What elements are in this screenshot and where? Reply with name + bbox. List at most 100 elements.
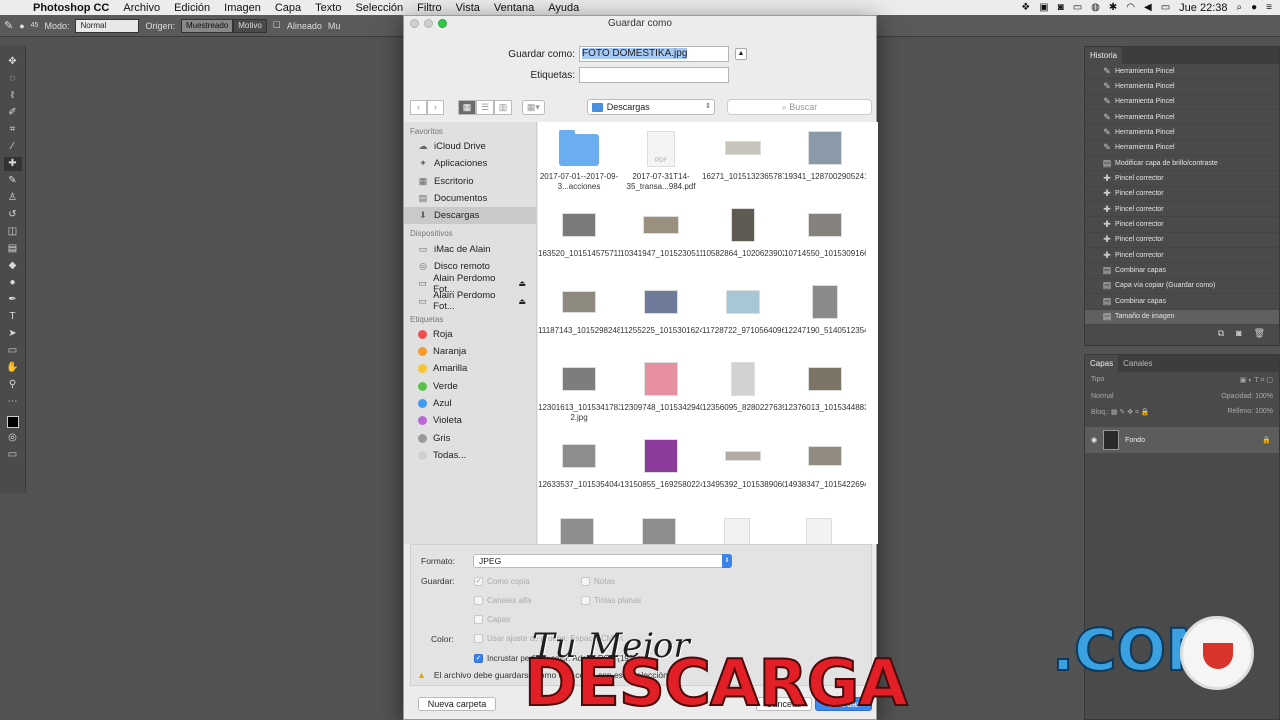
mode-select[interactable]: Normal: [75, 18, 140, 33]
sidebar-tag-item[interactable]: Todas...: [404, 447, 536, 464]
file-item[interactable]: 163520_101514575711743...06_n.jpg: [538, 205, 620, 269]
sidebar-tag-item[interactable]: Verde: [404, 378, 536, 395]
eye-icon[interactable]: ◉: [1091, 436, 1097, 444]
menu-vista[interactable]: Vista: [449, 2, 487, 14]
source-sampled-button[interactable]: Muestreado: [180, 18, 234, 33]
file-item[interactable]: 13150855_16925802243...87_n.jpg: [620, 436, 702, 500]
opacity-value[interactable]: 100%: [1255, 393, 1273, 400]
globe-icon[interactable]: ◍: [1091, 2, 1100, 13]
alpha-channels-checkbox[interactable]: Canales alfa: [474, 596, 531, 605]
file-item[interactable]: 10341947_101523051199...66_n.jpg: [620, 205, 702, 269]
history-item[interactable]: ✎ Herramienta Pincel: [1085, 95, 1279, 111]
eject-icon[interactable]: ⏏: [518, 279, 536, 288]
trash-icon[interactable]: 🗑: [1254, 328, 1265, 339]
wifi-icon[interactable]: ◠: [1126, 2, 1135, 13]
quick-mask-icon[interactable]: ◎: [4, 431, 22, 445]
file-item[interactable]: 11187143_101529824881...99_o.jpg: [538, 282, 620, 346]
file-item[interactable]: 12356095_82802276397...40_o.jpg: [702, 359, 784, 423]
file-item[interactable]: 16271_101513236578743...33_n.jpg: [702, 128, 784, 192]
minimize-button[interactable]: [424, 19, 433, 28]
menu-texto[interactable]: Texto: [308, 2, 348, 14]
user-icon[interactable]: ●: [1251, 2, 1257, 13]
shape-tool-icon[interactable]: ▭: [4, 344, 22, 358]
history-brush-tool-icon[interactable]: ↺: [4, 208, 22, 222]
dodge-tool-icon[interactable]: ●: [4, 276, 22, 290]
file-item[interactable]: PDF 2017-07-31T14-35_transa...984.pdf: [620, 128, 702, 192]
icon-view-icon[interactable]: ▦: [458, 99, 476, 115]
expand-toggle-icon[interactable]: ▲: [735, 48, 747, 60]
snapshot-icon[interactable]: ◙: [1236, 328, 1241, 339]
save-button[interactable]: Guardar: [815, 697, 872, 711]
menu-filtro[interactable]: Filtro: [410, 2, 448, 14]
move-tool-icon[interactable]: ✥: [4, 55, 22, 69]
source-pattern-button[interactable]: Motivo: [233, 18, 267, 33]
file-item[interactable]: 2017-07-01--2017-09-3...acciones: [538, 128, 620, 192]
sidebar-tag-item[interactable]: Roja: [404, 326, 536, 343]
history-item[interactable]: ▤ Tamaño de imagen: [1085, 309, 1279, 325]
eyedropper-tool-icon[interactable]: ⁄: [4, 140, 22, 154]
file-item[interactable]: 13495392_10153890607...77_n.jpg: [702, 436, 784, 500]
history-item[interactable]: ✚ Pincel corrector: [1085, 202, 1279, 218]
history-item[interactable]: ▤ Combinar capas: [1085, 263, 1279, 279]
cancel-button[interactable]: Cancelar: [756, 697, 812, 711]
history-item[interactable]: ✚ Pincel corrector: [1085, 187, 1279, 203]
filter-icons[interactable]: ▣ ◐ T ⌗ ▢: [1240, 376, 1273, 385]
file-item[interactable]: 10714550_101530916649...97_o.jpg: [784, 205, 866, 269]
menu-imagen[interactable]: Imagen: [217, 2, 268, 14]
sidebar-tag-item[interactable]: Naranja: [404, 343, 536, 360]
spot-colors-checkbox[interactable]: Tintas planas: [581, 596, 641, 605]
quick-select-tool-icon[interactable]: ✐: [4, 106, 22, 120]
sidebar-item-download[interactable]: ⬇ Descargas: [404, 207, 536, 225]
screen-mode-icon[interactable]: ▭: [4, 448, 22, 462]
battery-icon[interactable]: ▭: [1161, 2, 1170, 13]
new-document-icon[interactable]: ⧉: [1218, 328, 1224, 339]
history-item[interactable]: ✎ Herramienta Pincel: [1085, 125, 1279, 141]
as-copy-checkbox[interactable]: ✓ Como copia: [474, 577, 530, 586]
dropbox-icon[interactable]: ❖: [1021, 2, 1030, 13]
fill-value[interactable]: 100%: [1255, 408, 1273, 415]
menu-archivo[interactable]: Archivo: [116, 2, 167, 14]
file-item[interactable]: 14938347_101542269423...68_n.jpg: [784, 436, 866, 500]
pen-tool-icon[interactable]: ✒: [4, 293, 22, 307]
location-select[interactable]: Descargas ⇕: [586, 99, 715, 115]
sidebar-item-desktop[interactable]: ▦ Escritorio: [404, 173, 536, 190]
healing-brush-tool-icon[interactable]: ✎: [4, 19, 13, 32]
clone-stamp-tool-icon[interactable]: ♙: [4, 191, 22, 205]
cast-icon[interactable]: ▭: [1073, 2, 1082, 13]
foreground-color-swatch[interactable]: [6, 416, 19, 428]
forward-icon[interactable]: ›: [427, 99, 444, 115]
sidebar-device-item[interactable]: ▭ iMac de Alain: [404, 240, 536, 257]
list-view-icon[interactable]: ☰: [476, 99, 494, 115]
healing-brush-tool-icon[interactable]: ✚: [3, 157, 22, 171]
notes-checkbox[interactable]: Notas: [581, 577, 615, 586]
embed-profile-checkbox[interactable]: ✓ Incrustar perfil de color: Adobe RGB (…: [474, 654, 640, 663]
format-select[interactable]: JPEG ⇕: [473, 554, 732, 568]
file-item[interactable]: 19341_1287002905241_76...36_n.jpg: [784, 128, 866, 192]
layers-checkbox[interactable]: Capas: [474, 615, 510, 624]
brush-size-icon[interactable]: ●: [19, 21, 24, 31]
file-item[interactable]: 12309748_101534294007...10_n.jpg: [620, 359, 702, 423]
file-item[interactable]: 12301613_101534178357...9_n-2.jpg: [538, 359, 620, 423]
zoom-tool-icon[interactable]: ⚲: [4, 378, 22, 392]
file-item[interactable]: 11255225_101530162491...241_n.jpg: [620, 282, 702, 346]
history-item[interactable]: ▤ Modificar capa de brillo/contraste: [1085, 156, 1279, 172]
history-item[interactable]: ✚ Pincel corrector: [1085, 248, 1279, 264]
sidebar-tag-item[interactable]: Amarilla: [404, 360, 536, 377]
group-by-icon[interactable]: ▦▾: [522, 99, 545, 115]
tab-layers[interactable]: Capas: [1085, 355, 1119, 372]
sidebar-item-apps[interactable]: ✦ Aplicaciones: [404, 155, 536, 172]
tab-history[interactable]: Historia: [1085, 47, 1123, 64]
camera-icon[interactable]: ◙: [1058, 2, 1064, 13]
use-proof-checkbox[interactable]: Usar ajuste de prueba: Espacio CMYK: [474, 634, 624, 643]
sidebar-device-item[interactable]: ▭ Alain Perdomo Fot... ⏏: [404, 290, 536, 312]
layer-row[interactable]: ◉ Fondo 🔒: [1085, 427, 1279, 453]
lasso-tool-icon[interactable]: ℓ: [4, 89, 22, 103]
sidebar-tag-item[interactable]: Gris: [404, 429, 536, 446]
sidebar-item-cloud[interactable]: ☁ iCloud Drive: [404, 138, 536, 155]
list-icon[interactable]: ≡: [1266, 2, 1272, 13]
back-icon[interactable]: ‹: [410, 99, 427, 115]
lock-icons[interactable]: ▦ ✎ ✥ ⌗ 🔒: [1111, 409, 1150, 416]
bluetooth-icon[interactable]: ✱: [1109, 2, 1117, 13]
volume-icon[interactable]: ◀: [1144, 2, 1152, 13]
more-tools-icon[interactable]: ⋯: [4, 395, 22, 409]
